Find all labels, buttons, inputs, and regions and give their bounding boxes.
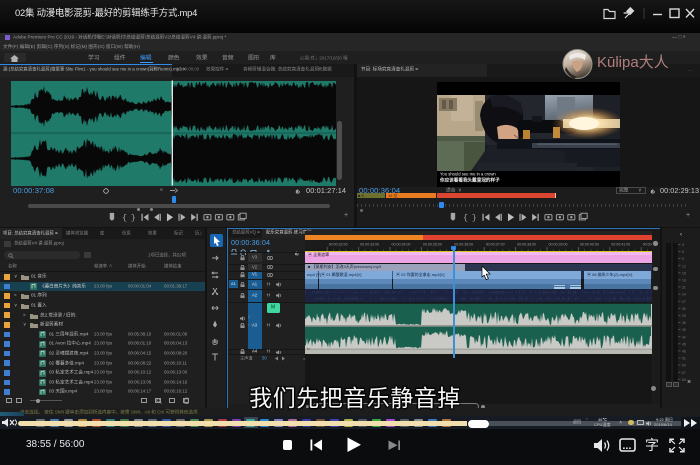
svg-text:39: 39: [682, 328, 686, 332]
svg-text:9: 9: [682, 257, 684, 261]
svg-text:51: 51: [682, 357, 686, 361]
svg-text:3: 3: [682, 243, 684, 247]
svg-text:24: 24: [682, 293, 686, 297]
svg-text:48: 48: [682, 350, 686, 354]
svg-text:30: 30: [682, 307, 686, 311]
svg-text:18: 18: [682, 279, 686, 283]
svg-text:15: 15: [682, 271, 686, 275]
svg-text:36: 36: [682, 321, 686, 325]
svg-text:12: 12: [682, 264, 686, 268]
svg-text:60: 60: [682, 378, 686, 382]
svg-text:57: 57: [682, 371, 686, 375]
svg-text:21: 21: [682, 286, 686, 290]
svg-text:6: 6: [682, 250, 684, 254]
svg-text:42: 42: [682, 335, 686, 339]
svg-text:45: 45: [682, 342, 686, 346]
svg-text:33: 33: [682, 314, 686, 318]
svg-text:54: 54: [682, 364, 686, 368]
svg-text:27: 27: [682, 300, 686, 304]
